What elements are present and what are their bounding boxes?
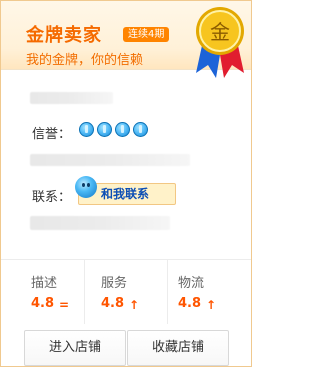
favorite-store-button[interactable]: 收藏店铺 [127,330,229,366]
chat-icon [75,176,97,198]
reputation-icons [79,122,148,137]
enter-store-button[interactable]: 进入店铺 [24,330,126,366]
seller-detail-blurred [30,154,190,166]
seller-card: 金牌卖家 连续4期 我的金牌，你的信赖 金 信誉： 联系： 和我联系 描述 4.… [0,0,252,367]
gold-seller-title: 金牌卖家 [26,25,102,46]
trend-equal-icon: = [59,298,70,312]
rating-logistics: 物流 4.8 ↑ [167,260,251,324]
trend-up-icon: ↑ [206,298,217,312]
store-ratings: 描述 4.8 = 服务 4.8 ↑ 物流 4.8 ↑ [1,259,251,324]
crown-icon [133,122,148,137]
rating-description: 描述 4.8 = [1,260,84,324]
trend-up-icon: ↑ [129,298,140,312]
rating-label: 描述 [31,276,58,291]
gold-seller-banner: 金牌卖家 连续4期 我的金牌，你的信赖 金 [1,1,251,78]
gold-seller-subtitle: 我的金牌，你的信赖 [26,53,144,68]
rating-service: 服务 4.8 ↑ [84,260,168,324]
contact-me-button[interactable]: 和我联系 [75,176,176,205]
medal-char: 金 [210,20,230,44]
reputation-label: 信誉： [32,127,72,142]
rating-value: 4.8 [178,296,202,311]
seller-info: 信誉： 联系： 和我联系 [1,70,251,280]
contact-label: 联系： [32,190,72,205]
seller-name-blurred [30,92,113,104]
crown-icon [79,122,94,137]
streak-badge: 连续4期 [123,27,170,42]
store-link-blurred[interactable] [30,216,170,230]
crown-icon [97,122,112,137]
rating-value: 4.8 [101,296,125,311]
rating-value: 4.8 [31,296,55,311]
rating-label: 服务 [101,276,128,291]
crown-icon [115,122,130,137]
contact-me-label: 和我联系 [101,187,150,201]
rating-label: 物流 [178,276,205,291]
